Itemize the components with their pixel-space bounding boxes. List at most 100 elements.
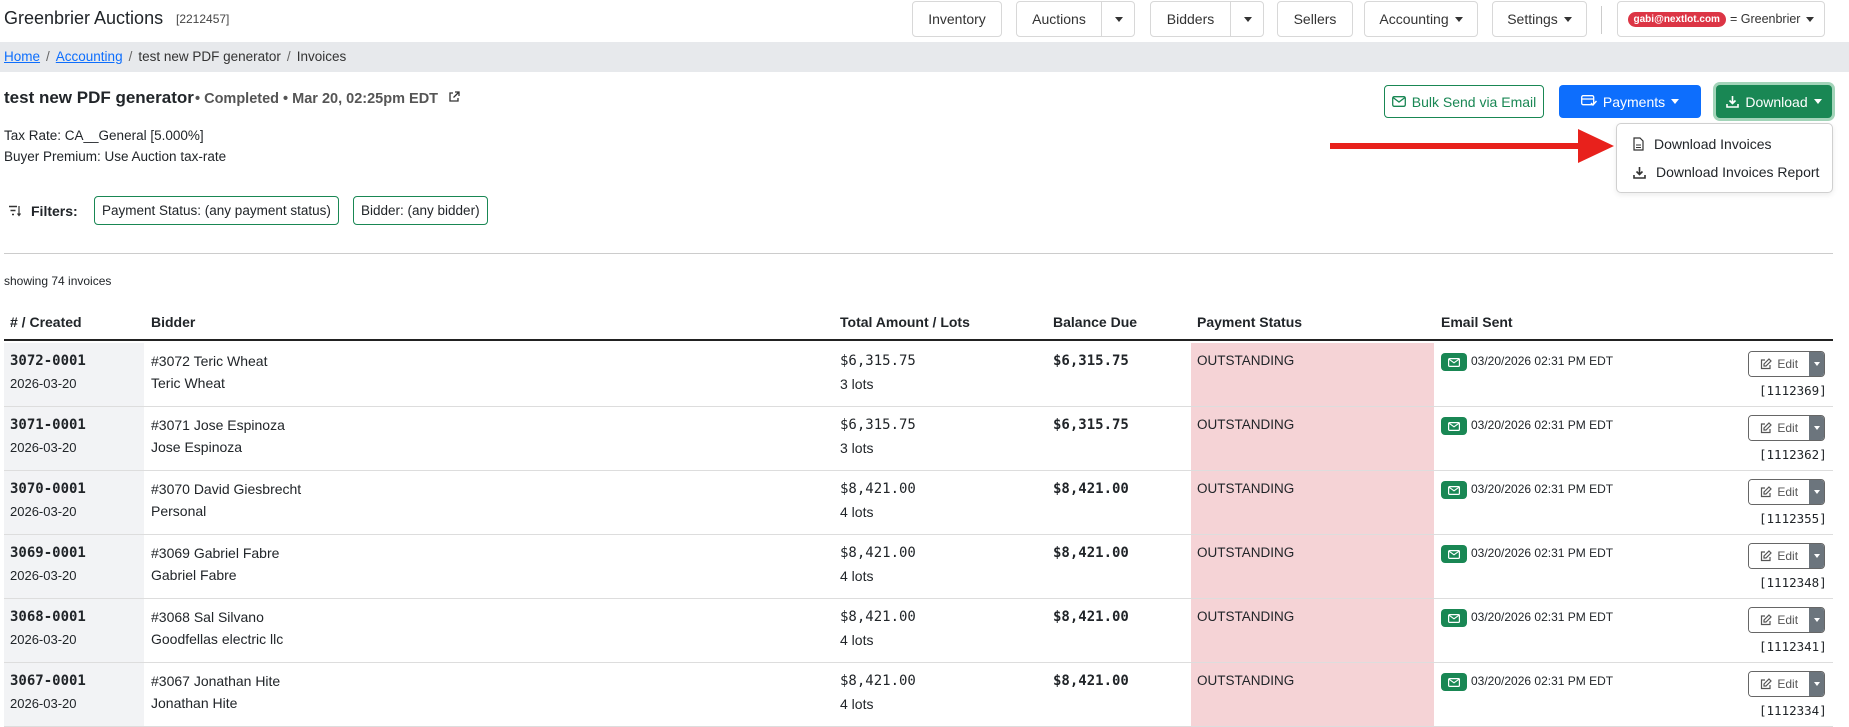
- download-invoices-report-item[interactable]: Download Invoices Report: [1633, 164, 1819, 180]
- nav-sellers-button[interactable]: Sellers: [1277, 1, 1353, 37]
- nav-settings-label: Settings: [1507, 11, 1558, 27]
- balance-due: $6,315.75: [1053, 417, 1129, 433]
- edit-dropdown-toggle[interactable]: [1809, 544, 1824, 568]
- breadcrumb-separator: /: [286, 49, 291, 64]
- edit-button[interactable]: Edit: [1749, 544, 1810, 568]
- brand-title[interactable]: Greenbrier Auctions: [4, 8, 163, 29]
- download-icon: [1726, 96, 1740, 108]
- invoice-number[interactable]: 3067-0001: [10, 673, 86, 689]
- bidder-name[interactable]: #3067 Jonathan Hite: [151, 673, 280, 689]
- total-amount: $8,421.00: [840, 609, 916, 625]
- edit-button[interactable]: Edit: [1749, 672, 1810, 696]
- col-header-payment-status[interactable]: Payment Status: [1197, 314, 1302, 330]
- filter-payment-status[interactable]: Payment Status: (any payment status): [94, 196, 339, 225]
- chevron-down-icon: [1813, 426, 1820, 430]
- col-header-bidder[interactable]: Bidder: [151, 314, 195, 330]
- email-sent-date: 03/20/2026 02:31 PM EDT: [1471, 546, 1614, 560]
- nav-auctions-split: Auctions: [1016, 1, 1135, 37]
- breadcrumb-accounting-link[interactable]: Accounting: [56, 49, 123, 64]
- nav-inventory-label: Inventory: [928, 11, 986, 27]
- bidder-name[interactable]: #3068 Sal Silvano: [151, 609, 264, 625]
- table-row: 3069-0001 2026-03-20 #3069 Gabriel Fabre Ga…: [4, 535, 1833, 599]
- nav-bidders-button[interactable]: Bidders: [1151, 11, 1230, 27]
- lot-count: 3 lots: [840, 376, 874, 392]
- edit-button-group: Edit: [1748, 351, 1825, 377]
- nav-auctions-button[interactable]: Auctions: [1017, 11, 1101, 27]
- nav-auctions-toggle[interactable]: [1102, 2, 1136, 36]
- nav-inventory-button[interactable]: Inventory: [912, 1, 1002, 37]
- nav-bidders-split: Bidders: [1150, 1, 1264, 37]
- bidder-name[interactable]: #3069 Gabriel Fabre: [151, 545, 279, 561]
- invoice-number[interactable]: 3068-0001: [10, 609, 86, 625]
- email-sent-icon: [1441, 545, 1467, 563]
- edit-label: Edit: [1777, 485, 1799, 499]
- email-sent-date: 03/20/2026 02:31 PM EDT: [1471, 482, 1614, 496]
- edit-dropdown-toggle[interactable]: [1809, 480, 1824, 504]
- top-navbar: Greenbrier Auctions [2212457] Inventory …: [0, 0, 1849, 42]
- chevron-down-icon: [1563, 16, 1572, 22]
- nav-accounting-dropdown[interactable]: Accounting: [1364, 1, 1478, 37]
- envelope-icon: [1391, 96, 1406, 107]
- page-title: test new PDF generator: [4, 88, 194, 107]
- edit-label: Edit: [1777, 549, 1799, 563]
- user-menu-dropdown[interactable]: gabi@nextlot.com = Greenbrier: [1617, 1, 1825, 37]
- invoice-number[interactable]: 3072-0001: [10, 353, 86, 369]
- email-sent-date: 03/20/2026 02:31 PM EDT: [1471, 418, 1614, 432]
- lot-count: 4 lots: [840, 696, 874, 712]
- total-amount: $8,421.00: [840, 673, 916, 689]
- edit-button[interactable]: Edit: [1749, 416, 1810, 440]
- invoice-number[interactable]: 3071-0001: [10, 417, 86, 433]
- nav-divider: [1601, 6, 1602, 34]
- edit-dropdown-toggle[interactable]: [1809, 608, 1824, 632]
- nav-bidders-toggle[interactable]: [1231, 2, 1265, 36]
- breadcrumb-separator: /: [128, 49, 133, 64]
- edit-button-group: Edit: [1748, 671, 1825, 697]
- invoice-id: [1112369]: [1759, 383, 1827, 398]
- payment-status: OUTSTANDING: [1191, 407, 1434, 470]
- bulk-send-email-button[interactable]: Bulk Send via Email: [1384, 85, 1544, 118]
- filter-icon: [9, 205, 21, 217]
- edit-dropdown-toggle[interactable]: [1809, 672, 1824, 696]
- filter-bidder[interactable]: Bidder: (any bidder): [353, 196, 488, 225]
- col-header-email-sent[interactable]: Email Sent: [1441, 314, 1513, 330]
- edit-dropdown-toggle[interactable]: [1809, 352, 1824, 376]
- edit-icon: [1761, 614, 1773, 626]
- payments-dropdown-button[interactable]: Payments: [1559, 85, 1701, 118]
- bidder-name[interactable]: #3070 David Giesbrecht: [151, 481, 301, 497]
- bidder-company: Personal: [151, 503, 207, 519]
- edit-button[interactable]: Edit: [1749, 352, 1810, 376]
- payment-status: OUTSTANDING: [1191, 535, 1434, 598]
- invoice-cell: 3070-0001 2026-03-20: [4, 471, 144, 534]
- email-sent-icon: [1441, 673, 1467, 691]
- external-link-icon[interactable]: [448, 91, 460, 107]
- edit-dropdown-toggle[interactable]: [1809, 416, 1824, 440]
- bidder-name[interactable]: #3072 Teric Wheat: [151, 353, 267, 369]
- col-header-balance[interactable]: Balance Due: [1053, 314, 1137, 330]
- col-header-total[interactable]: Total Amount / Lots: [840, 314, 970, 330]
- table-row: 3071-0001 2026-03-20 #3071 Jose Espinoza Jo…: [4, 407, 1833, 471]
- edit-label: Edit: [1777, 677, 1799, 691]
- invoice-number[interactable]: 3070-0001: [10, 481, 86, 497]
- annotation-arrow-icon: [1578, 129, 1614, 163]
- download-invoices-item[interactable]: Download Invoices: [1633, 136, 1772, 152]
- download-invoices-label: Download Invoices: [1654, 136, 1772, 152]
- payment-status: OUTSTANDING: [1191, 663, 1434, 726]
- divider: [4, 253, 1833, 254]
- chevron-down-icon: [1813, 99, 1822, 104]
- filters-text: Filters:: [31, 203, 78, 219]
- edit-button[interactable]: Edit: [1749, 480, 1810, 504]
- auction-id: [2212457]: [176, 12, 230, 26]
- breadcrumb-home-link[interactable]: Home: [4, 49, 40, 64]
- total-amount: $6,315.75: [840, 353, 916, 369]
- chevron-down-icon: [1244, 16, 1252, 22]
- nav-settings-dropdown[interactable]: Settings: [1492, 1, 1587, 37]
- invoice-number[interactable]: 3069-0001: [10, 545, 86, 561]
- edit-button-group: Edit: [1748, 607, 1825, 633]
- download-dropdown-button[interactable]: Download: [1716, 85, 1832, 118]
- bidder-name[interactable]: #3071 Jose Espinoza: [151, 417, 285, 433]
- edit-button[interactable]: Edit: [1749, 608, 1810, 632]
- col-header-number[interactable]: # / Created: [10, 314, 82, 330]
- bulk-send-label: Bulk Send via Email: [1411, 93, 1537, 110]
- balance-due: $8,421.00: [1053, 545, 1129, 561]
- edit-icon: [1761, 550, 1773, 562]
